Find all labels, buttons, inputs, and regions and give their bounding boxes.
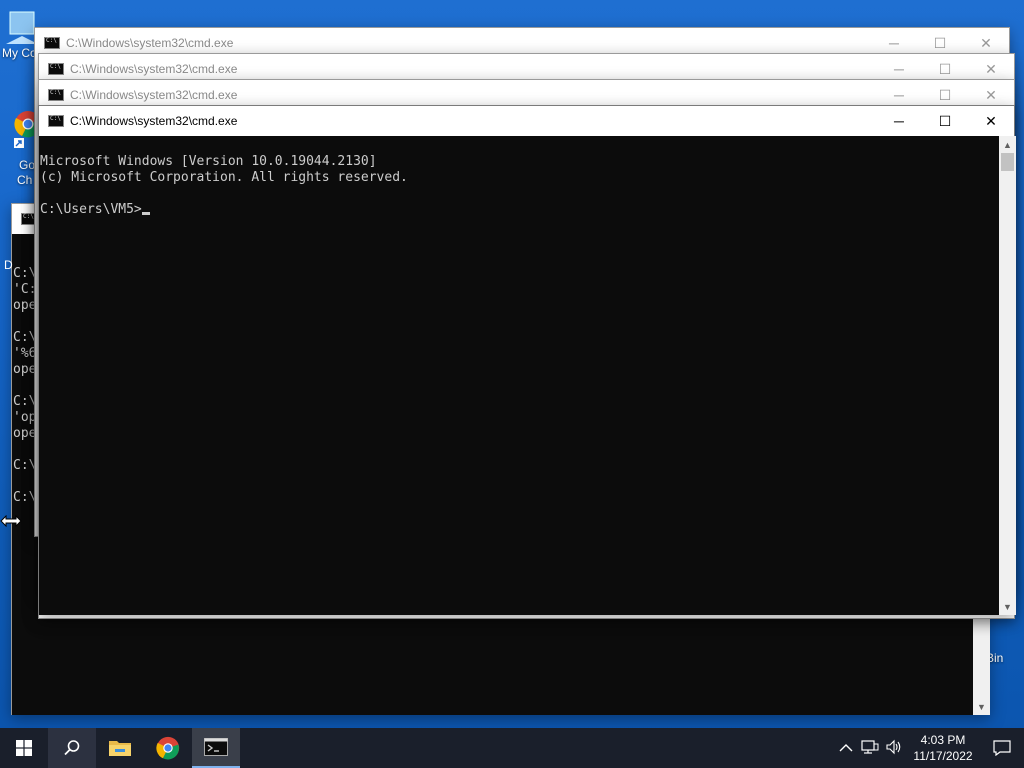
window-title: C:\Windows\system32\cmd.exe xyxy=(70,88,238,102)
chevron-up-icon[interactable] xyxy=(834,740,858,756)
taskbar-file-explorer[interactable] xyxy=(96,728,144,768)
scroll-down-button[interactable]: ▼ xyxy=(973,698,990,715)
console-line: C:\ xyxy=(13,330,37,345)
clock-date: 11/17/2022 xyxy=(913,749,973,763)
console-line: '%6 xyxy=(13,346,37,361)
console-line: C:\ xyxy=(13,490,37,505)
scrollbar[interactable]: ▲ ▼ xyxy=(999,136,1016,615)
folder-icon xyxy=(109,741,131,756)
taskbar-chrome[interactable] xyxy=(144,728,192,768)
cmd-icon xyxy=(48,63,64,75)
console-line: Microsoft Windows [Version 10.0.19044.21… xyxy=(40,154,377,169)
clock[interactable]: 4:03 PM 11/17/2022 xyxy=(906,732,980,764)
console-line: C:\ xyxy=(13,266,37,281)
cmd-icon xyxy=(48,89,64,101)
search-icon xyxy=(64,740,80,756)
scroll-thumb[interactable] xyxy=(1001,153,1014,171)
partial-text: D xyxy=(4,258,13,272)
resize-cursor-icon xyxy=(0,515,22,527)
system-tray: 4:03 PM 11/17/2022 xyxy=(834,728,1024,768)
titlebar[interactable]: C:\Windows\system32\cmd.exe ─ ☐ ✕ xyxy=(39,106,1014,136)
scroll-down-button[interactable]: ▼ xyxy=(999,598,1016,615)
cmd-icon xyxy=(44,37,60,49)
notification-icon xyxy=(993,740,1011,756)
console-line: ope xyxy=(13,298,37,313)
desktop-icon-label: Ch xyxy=(17,173,33,187)
console-line: 'op xyxy=(13,410,37,425)
window-title: C:\Windows\system32\cmd.exe xyxy=(70,62,238,76)
chrome-icon xyxy=(156,736,180,760)
console-line: 'C: xyxy=(13,282,37,297)
clock-time: 4:03 PM xyxy=(920,733,966,747)
text-cursor xyxy=(141,212,150,215)
console-line: (c) Microsoft Corporation. All rights re… xyxy=(40,170,408,185)
minimize-button[interactable]: ─ xyxy=(876,106,922,136)
console-line: ope xyxy=(13,426,37,441)
close-button[interactable]: ✕ xyxy=(968,106,1014,136)
console-line: ope xyxy=(13,362,37,377)
network-icon[interactable] xyxy=(858,739,882,758)
action-center-button[interactable] xyxy=(980,728,1024,768)
console-prompt: C:\Users\VM5> xyxy=(40,202,142,217)
windows-logo-icon xyxy=(16,740,32,756)
cmd-icon xyxy=(48,115,64,127)
window-title: C:\Windows\system32\cmd.exe xyxy=(70,114,238,128)
start-button[interactable] xyxy=(0,728,48,768)
volume-icon[interactable] xyxy=(882,739,906,758)
maximize-button[interactable]: ☐ xyxy=(922,106,968,136)
console-line: C:\ xyxy=(13,458,37,473)
cmd-icon xyxy=(204,738,228,756)
taskbar: 4:03 PM 11/17/2022 xyxy=(0,728,1024,768)
taskbar-cmd[interactable] xyxy=(192,728,240,768)
cmd-window-active[interactable]: C:\Windows\system32\cmd.exe ─ ☐ ✕ Micros… xyxy=(38,105,1016,615)
desktop-icon-label: Go xyxy=(19,158,36,172)
console-line: C:\ xyxy=(13,394,37,409)
shortcut-arrow-icon xyxy=(14,138,24,148)
search-button[interactable] xyxy=(48,728,96,768)
window-title: C:\Windows\system32\cmd.exe xyxy=(66,36,234,50)
scroll-up-button[interactable]: ▲ xyxy=(999,136,1016,153)
console-output[interactable]: Microsoft Windows [Version 10.0.19044.21… xyxy=(39,136,999,615)
